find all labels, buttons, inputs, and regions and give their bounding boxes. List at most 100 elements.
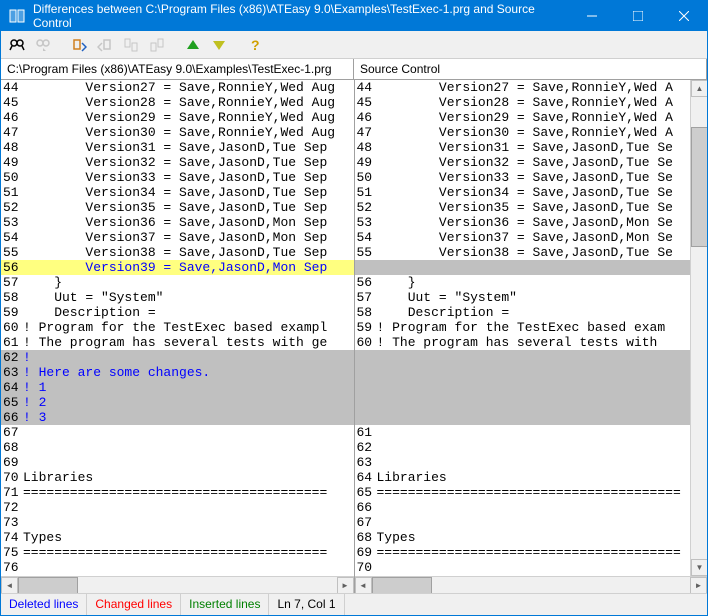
code-line[interactable]: 50 Version33 = Save,JasonD,Tue Sep <box>1 170 354 185</box>
copy-all-left-button[interactable] <box>119 33 143 57</box>
code-line[interactable]: 48 Version31 = Save,JasonD,Tue Se <box>355 140 708 155</box>
code-line[interactable]: 53 Version36 = Save,JasonD,Mon Se <box>355 215 708 230</box>
scroll-right-icon[interactable]: ► <box>690 577 707 594</box>
code-line[interactable]: 55 Version38 = Save,JasonD,Tue Sep <box>1 245 354 260</box>
minimize-button[interactable] <box>569 1 615 31</box>
find-button[interactable] <box>5 33 29 57</box>
code-line[interactable]: 58 Description = <box>355 305 708 320</box>
code-line[interactable]: 58 Uut = "System" <box>1 290 354 305</box>
scroll-left-icon[interactable]: ◄ <box>1 577 18 594</box>
code-line[interactable]: 74Types <box>1 530 354 545</box>
code-line[interactable]: 67 <box>1 425 354 440</box>
code-line[interactable]: 73 <box>1 515 354 530</box>
line-text <box>377 260 708 275</box>
code-line[interactable]: 61 <box>355 425 708 440</box>
code-line[interactable]: 49 Version32 = Save,JasonD,Tue Se <box>355 155 708 170</box>
code-line[interactable]: 45 Version28 = Save,RonnieY,Wed A <box>355 95 708 110</box>
code-line[interactable]: 50 Version33 = Save,JasonD,Tue Se <box>355 170 708 185</box>
code-line[interactable]: 44 Version27 = Save,RonnieY,Wed Aug <box>1 80 354 95</box>
code-line[interactable]: 45 Version28 = Save,RonnieY,Wed Aug <box>1 95 354 110</box>
code-line[interactable]: 66 <box>355 500 708 515</box>
find-next-button[interactable] <box>31 33 55 57</box>
scroll-up-icon[interactable]: ▲ <box>691 80 707 97</box>
code-line[interactable]: 68Types <box>355 530 708 545</box>
code-line[interactable] <box>355 395 708 410</box>
code-line[interactable]: 65! 2 <box>1 395 354 410</box>
code-line[interactable]: 68 <box>1 440 354 455</box>
scroll-down-icon[interactable]: ▼ <box>691 559 707 576</box>
vscroll-thumb[interactable] <box>691 127 707 247</box>
code-line[interactable]: 64Libraries <box>355 470 708 485</box>
code-line[interactable]: 47 Version30 = Save,RonnieY,Wed A <box>355 125 708 140</box>
code-line[interactable]: 57 } <box>1 275 354 290</box>
code-line[interactable]: 69======================================… <box>355 545 708 560</box>
left-hscroll[interactable]: ◄ ► <box>1 576 354 593</box>
code-line[interactable]: 70 <box>355 560 708 575</box>
code-line[interactable]: 49 Version32 = Save,JasonD,Tue Sep <box>1 155 354 170</box>
hscroll-thumb[interactable] <box>372 577 432 594</box>
scroll-left-icon[interactable]: ◄ <box>355 577 372 594</box>
maximize-button[interactable] <box>615 1 661 31</box>
code-line[interactable]: 61! The program has several tests with g… <box>1 335 354 350</box>
code-line[interactable] <box>355 260 708 275</box>
code-line[interactable]: 75======================================… <box>1 545 354 560</box>
right-vscroll[interactable]: ▲ ▼ <box>690 80 707 576</box>
code-line[interactable]: 64! 1 <box>1 380 354 395</box>
code-line[interactable]: 57 Uut = "System" <box>355 290 708 305</box>
code-line[interactable]: 65======================================… <box>355 485 708 500</box>
line-number: 56 <box>1 260 23 275</box>
code-line[interactable] <box>355 410 708 425</box>
line-text: Version34 = Save,JasonD,Tue Se <box>377 185 708 200</box>
code-line[interactable]: 63 <box>355 455 708 470</box>
titlebar: Differences between C:\Program Files (x8… <box>1 1 707 31</box>
code-line[interactable]: 72 <box>1 500 354 515</box>
code-line[interactable]: 54 Version37 = Save,JasonD,Mon Se <box>355 230 708 245</box>
code-line[interactable]: 52 Version35 = Save,JasonD,Tue Sep <box>1 200 354 215</box>
prev-diff-button[interactable] <box>181 33 205 57</box>
right-code[interactable]: 44 Version27 = Save,RonnieY,Wed A45 Vers… <box>355 80 708 576</box>
code-line[interactable]: 62 <box>355 440 708 455</box>
code-line[interactable] <box>355 365 708 380</box>
code-line[interactable]: 56 Version39 = Save,JasonD,Mon Sep <box>1 260 354 275</box>
code-line[interactable]: 46 Version29 = Save,RonnieY,Wed Aug <box>1 110 354 125</box>
code-line[interactable]: 70Libraries <box>1 470 354 485</box>
right-hscroll[interactable]: ◄ ► <box>355 576 708 593</box>
code-line[interactable]: 76 <box>1 560 354 575</box>
close-button[interactable] <box>661 1 707 31</box>
code-line[interactable]: 67 <box>355 515 708 530</box>
code-line[interactable]: 54 Version37 = Save,JasonD,Mon Sep <box>1 230 354 245</box>
left-pane: 44 Version27 = Save,RonnieY,Wed Aug45 Ve… <box>1 80 355 593</box>
code-line[interactable]: 71======================================… <box>1 485 354 500</box>
left-code[interactable]: 44 Version27 = Save,RonnieY,Wed Aug45 Ve… <box>1 80 354 576</box>
code-line[interactable]: 62! <box>1 350 354 365</box>
code-line[interactable]: 55 Version38 = Save,JasonD,Tue Se <box>355 245 708 260</box>
code-line[interactable]: 46 Version29 = Save,RonnieY,Wed A <box>355 110 708 125</box>
code-line[interactable]: 59 Description = <box>1 305 354 320</box>
copy-all-right-button[interactable] <box>145 33 169 57</box>
copy-right-button[interactable] <box>93 33 117 57</box>
code-line[interactable]: 63! Here are some changes. <box>1 365 354 380</box>
code-line[interactable]: 44 Version27 = Save,RonnieY,Wed A <box>355 80 708 95</box>
code-line[interactable]: 48 Version31 = Save,JasonD,Tue Sep <box>1 140 354 155</box>
code-line[interactable]: 60! Program for the TestExec based examp… <box>1 320 354 335</box>
code-line[interactable]: 47 Version30 = Save,RonnieY,Wed Aug <box>1 125 354 140</box>
code-line[interactable]: 52 Version35 = Save,JasonD,Tue Se <box>355 200 708 215</box>
code-line[interactable] <box>355 350 708 365</box>
code-line[interactable]: 59! Program for the TestExec based exam <box>355 320 708 335</box>
code-line[interactable] <box>355 380 708 395</box>
help-button[interactable]: ? <box>243 33 267 57</box>
copy-left-button[interactable] <box>67 33 91 57</box>
line-number: 68 <box>1 440 23 455</box>
code-line[interactable]: 66! 3 <box>1 410 354 425</box>
code-line[interactable]: 51 Version34 = Save,JasonD,Tue Se <box>355 185 708 200</box>
line-number: 58 <box>1 290 23 305</box>
scroll-right-icon[interactable]: ► <box>337 577 354 594</box>
code-line[interactable]: 56 } <box>355 275 708 290</box>
next-diff-button[interactable] <box>207 33 231 57</box>
code-line[interactable]: 53 Version36 = Save,JasonD,Mon Sep <box>1 215 354 230</box>
code-line[interactable]: 60! The program has several tests with <box>355 335 708 350</box>
line-number: 65 <box>1 395 23 410</box>
code-line[interactable]: 51 Version34 = Save,JasonD,Tue Sep <box>1 185 354 200</box>
code-line[interactable]: 69 <box>1 455 354 470</box>
hscroll-thumb[interactable] <box>18 577 78 594</box>
